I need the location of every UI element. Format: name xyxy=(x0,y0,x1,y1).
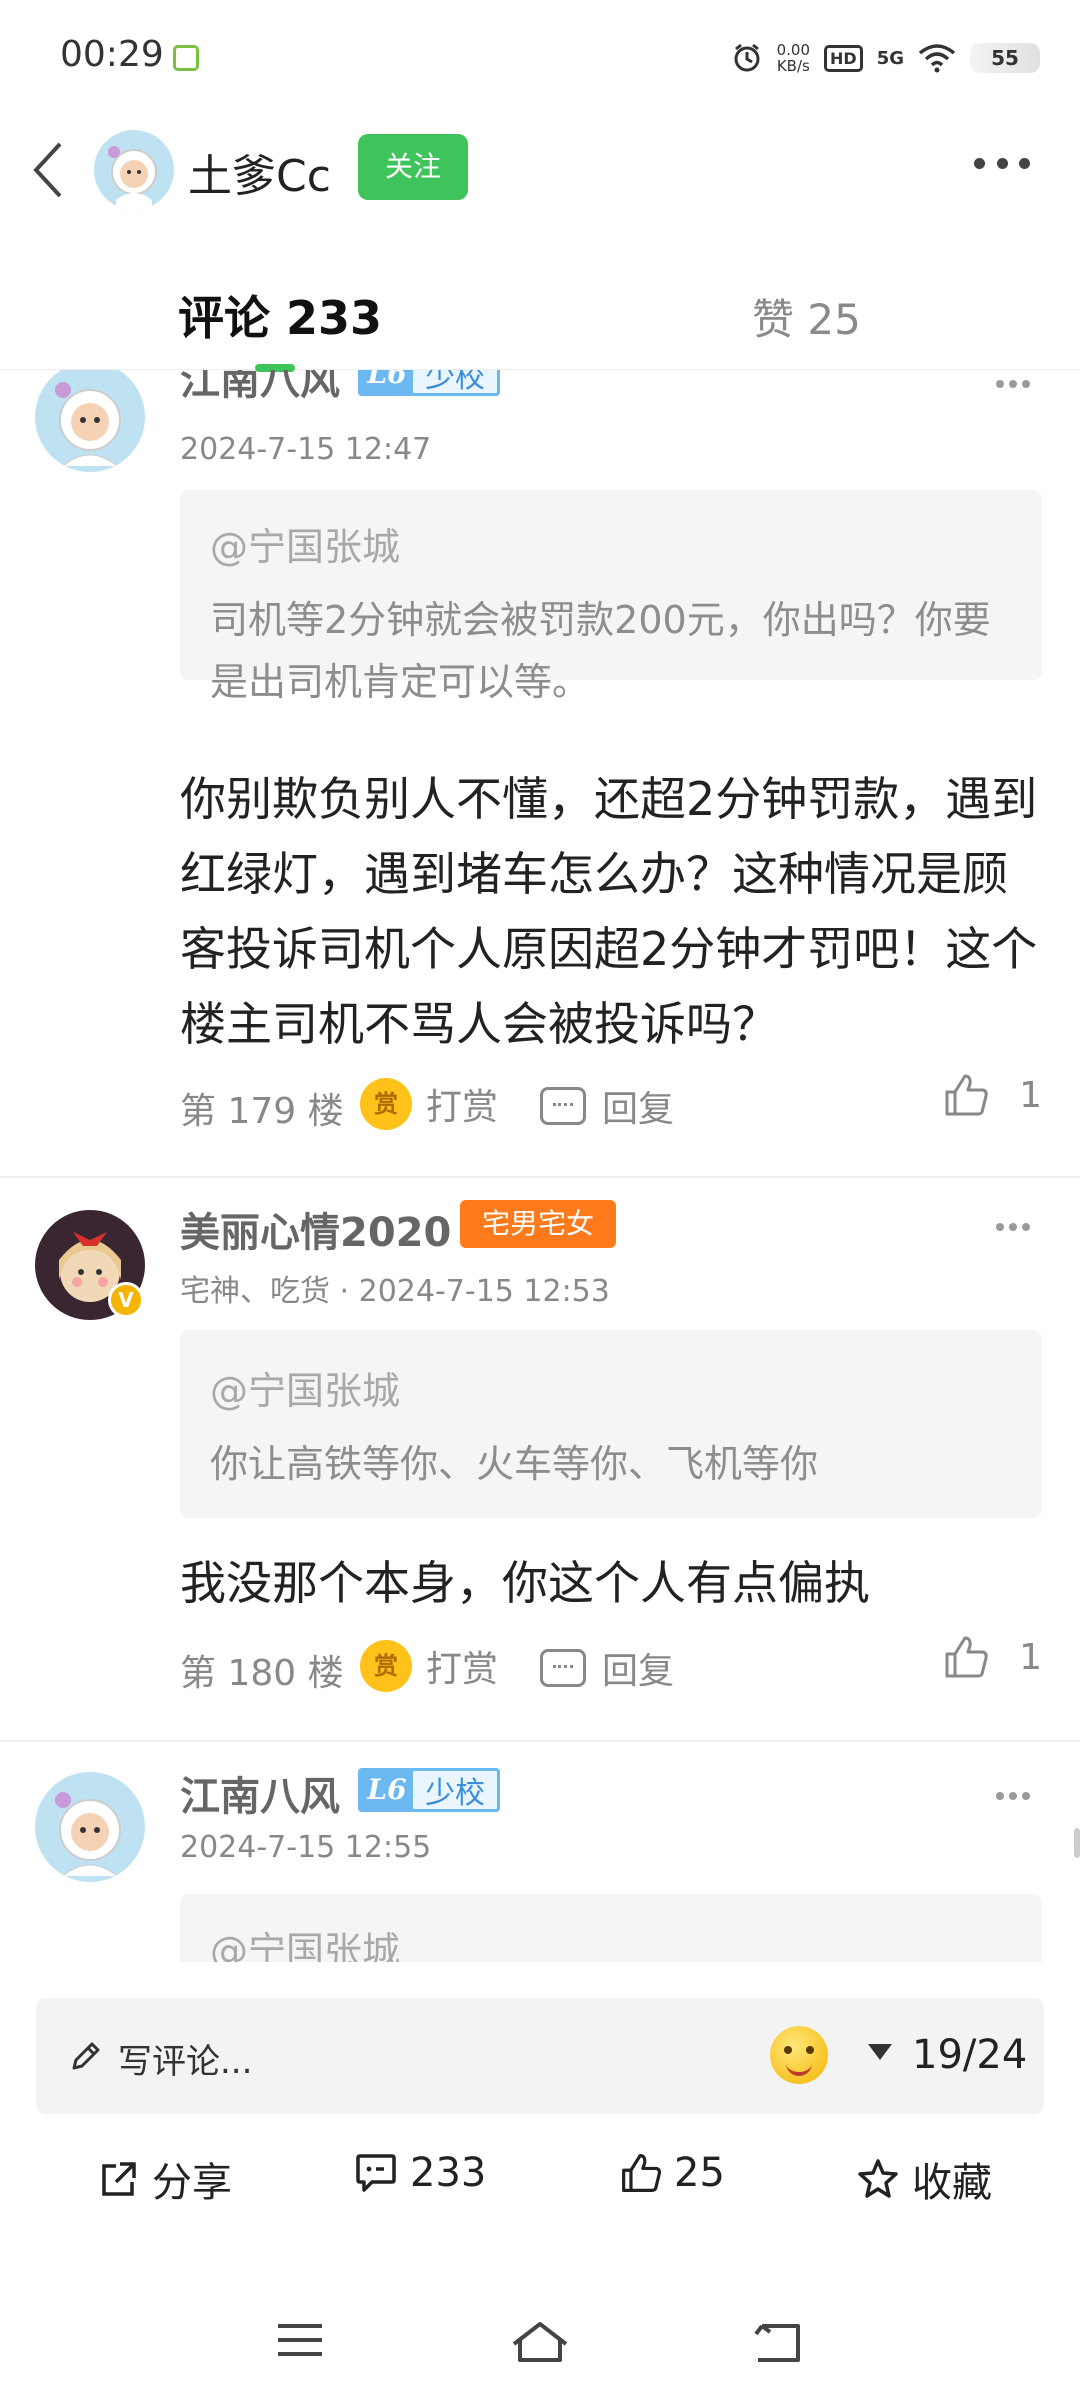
quoted-user: @宁国张城 xyxy=(210,1369,401,1413)
level-badge: L6 少校 xyxy=(358,1768,500,1812)
quoted-user: @宁国张城 xyxy=(210,525,401,569)
back-arrow-icon[interactable] xyxy=(28,138,68,202)
commenter-name[interactable]: 江南八风 xyxy=(180,370,340,406)
comment-item: V 美丽心情2020 宅男宅女 宅神、吃货 · 2024-7-15 12:53 … xyxy=(0,1178,1080,1738)
comment-more-icon[interactable] xyxy=(996,1223,1030,1233)
comment-input-placeholder: 写评论... xyxy=(118,2042,253,2082)
menu-icon[interactable] xyxy=(276,2320,324,2360)
status-bar: 00:29 0.00 KB/s HD 5G 55 xyxy=(0,0,1080,110)
commenter-name[interactable]: 美丽心情2020 xyxy=(180,1200,451,1258)
thumb-up-icon xyxy=(945,1636,988,1678)
status-time: 00:29 xyxy=(60,34,164,75)
follow-button[interactable]: 关注 xyxy=(358,134,468,200)
author-name[interactable]: 土爹Cc xyxy=(188,140,331,204)
comment-text: 我没那个本身，你这个人有点偏执 xyxy=(180,1556,870,1610)
more-options-icon[interactable] xyxy=(974,158,1030,178)
reply-icon xyxy=(540,1649,586,1687)
comment-item: 江南八风 L6 少校 2024-7-15 12:55 @宁国张城 xyxy=(0,1742,1080,1962)
comment-icon xyxy=(356,2154,396,2192)
floor-number: 第 180 楼 xyxy=(180,1653,344,1694)
like-count: 1 xyxy=(1019,1074,1042,1116)
like-post-button[interactable]: 25 xyxy=(620,2150,725,2196)
comment-tabs: 评论 233 赞 25 xyxy=(0,260,1080,372)
bottom-action-bar: 分享 233 25 收藏 xyxy=(0,2140,1080,2220)
quoted-text: 你让高铁等你、火车等你、飞机等你 xyxy=(210,1442,819,1486)
level-mark: L6 xyxy=(361,370,413,393)
wifi-icon xyxy=(918,44,956,73)
reply-label: 回复 xyxy=(602,1089,675,1130)
comment-more-icon[interactable] xyxy=(996,380,1030,390)
quoted-reply[interactable]: @宁国张城 你让高铁等你、火车等你、飞机等你 xyxy=(180,1330,1042,1518)
like-button[interactable]: 1 xyxy=(943,1072,1042,1118)
floor-number: 第 179 楼 xyxy=(180,1091,344,1132)
reward-button[interactable]: 赏 打赏 xyxy=(360,1078,498,1130)
share-label: 分享 xyxy=(152,2160,232,2206)
star-icon xyxy=(858,2159,898,2198)
user-tag: 宅男宅女 xyxy=(460,1200,617,1248)
post-header: 土爹Cc 关注 xyxy=(0,110,1080,230)
level-mark: L6 xyxy=(361,1771,413,1809)
quoted-text: 司机等2分钟就会被罚款200元，你出吗？你要是出司机肯定可以等。 xyxy=(210,598,991,704)
scroll-indicator[interactable] xyxy=(1074,1828,1080,1858)
author-avatar[interactable] xyxy=(94,130,174,210)
like-button[interactable]: 1 xyxy=(943,1634,1042,1680)
reply-icon xyxy=(540,1087,586,1125)
thumb-up-icon xyxy=(622,2154,662,2192)
page-indicator[interactable]: 19/24 xyxy=(912,2032,1027,2078)
alarm-icon xyxy=(734,43,760,72)
commenter-avatar[interactable] xyxy=(35,370,145,472)
reply-button[interactable]: 回复 xyxy=(540,1642,674,1694)
commenter-name[interactable]: 江南八风 xyxy=(180,1764,340,1822)
reply-button[interactable]: 回复 xyxy=(540,1080,674,1132)
level-badge: L6 少校 xyxy=(358,370,500,396)
comment-actions: 第 180 楼 赏 打赏 回复 1 xyxy=(180,1634,1042,1694)
comment-text: 你别欺负别人不懂，还超2分钟罚款，遇到红绿灯，遇到堵车怎么办？这种情况是顾客投诉… xyxy=(180,772,1038,1051)
favorite-button[interactable]: 收藏 xyxy=(856,2150,992,2208)
reward-icon: 赏 xyxy=(360,1078,412,1130)
comment-meta: 2024-7-15 12:47 xyxy=(180,432,432,467)
reward-label: 打赏 xyxy=(426,1649,499,1690)
commenter-avatar[interactable] xyxy=(35,1772,145,1882)
level-title: 少校 xyxy=(425,1776,485,1811)
quoted-reply[interactable]: @宁国张城 司机等2分钟就会被罚款200元，你出吗？你要是出司机肯定可以等。 xyxy=(180,490,1042,704)
tab-likes[interactable]: 赞 25 xyxy=(752,286,861,347)
likes-count: 25 xyxy=(674,2150,725,2196)
comment-more-icon[interactable] xyxy=(996,1792,1030,1802)
status-icons: 0.00 KB/s HD 5G 55 xyxy=(731,38,1040,78)
back-icon[interactable] xyxy=(752,2320,802,2364)
system-nav-bar xyxy=(0,2290,1080,2400)
comment-meta: 宅神、吃货 · 2024-7-15 12:53 xyxy=(180,1274,610,1309)
signal-icon: 5G xyxy=(876,47,904,69)
comment-item: 江南八风 L6 少校 2024-7-15 12:47 @宁国张城 司机等2分钟就… xyxy=(0,370,1080,1170)
tab-comments[interactable]: 评论 233 xyxy=(178,282,382,348)
verified-badge-icon: V xyxy=(108,1282,144,1318)
reward-label: 打赏 xyxy=(426,1087,499,1128)
comments-button[interactable]: 233 xyxy=(354,2150,486,2196)
notification-app-icon xyxy=(173,45,199,71)
comment-actions: 第 179 楼 赏 打赏 回复 1 xyxy=(180,1072,1042,1132)
thumb-up-icon xyxy=(945,1074,988,1116)
comment-meta: 2024-7-15 12:55 xyxy=(180,1830,432,1865)
network-speed: 0.00 KB/s xyxy=(776,41,811,75)
reward-icon: 赏 xyxy=(360,1640,412,1692)
quoted-user: @宁国张城 xyxy=(210,1929,401,1962)
hd-icon: HD xyxy=(824,44,863,72)
pencil-icon xyxy=(72,2042,100,2070)
share-button[interactable]: 分享 xyxy=(98,2150,232,2208)
comment-list[interactable]: 江南八风 L6 少校 2024-7-15 12:47 @宁国张城 司机等2分钟就… xyxy=(0,370,1080,1962)
battery-indicator: 55 xyxy=(970,43,1040,73)
quoted-reply[interactable]: @宁国张城 xyxy=(180,1894,1042,1962)
home-icon[interactable] xyxy=(510,2320,570,2364)
page-dropdown-icon[interactable] xyxy=(868,2044,892,2060)
like-count: 1 xyxy=(1019,1636,1042,1678)
reply-label: 回复 xyxy=(602,1651,675,1692)
comment-input[interactable]: 写评论... 19/24 xyxy=(36,1998,1044,2114)
reward-button[interactable]: 赏 打赏 xyxy=(360,1640,498,1692)
level-title: 少校 xyxy=(425,370,485,395)
emoji-icon[interactable] xyxy=(770,2026,828,2084)
share-icon xyxy=(102,2162,136,2196)
favorite-label: 收藏 xyxy=(912,2160,992,2206)
comments-count: 233 xyxy=(410,2150,487,2196)
